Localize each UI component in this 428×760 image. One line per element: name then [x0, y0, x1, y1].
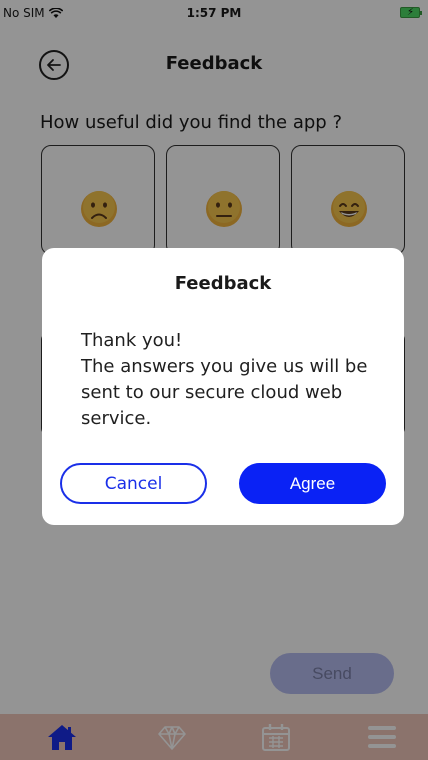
feedback-dialog: Feedback Thank you! The answers you give…	[42, 248, 404, 525]
dialog-title: Feedback	[174, 273, 272, 294]
cancel-button[interactable]: Cancel	[60, 463, 207, 504]
feedback-screen: No SIM 1:57 PM ⚡ Feedback How useful did…	[0, 0, 428, 760]
dialog-message: Thank you! The answers you give us will …	[81, 330, 368, 429]
agree-button[interactable]: Agree	[239, 463, 386, 504]
